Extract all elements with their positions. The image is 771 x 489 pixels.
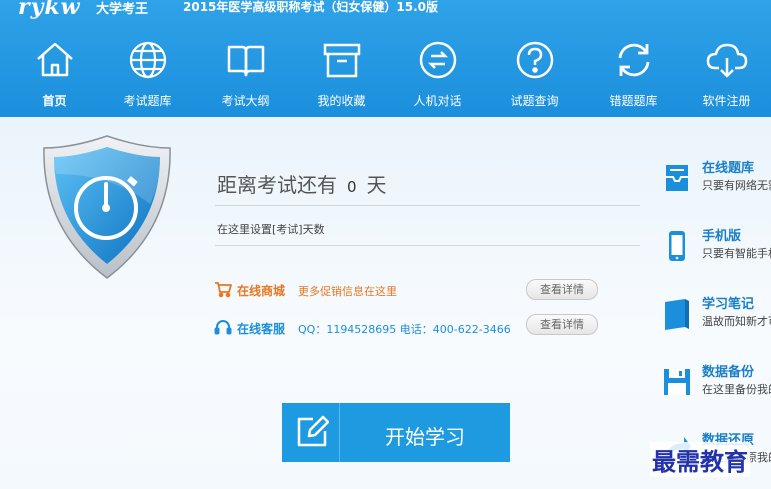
nav-syllabus-label: 考试大纲 — [221, 94, 270, 108]
side-study-notes-title: 学习笔记 — [702, 297, 755, 312]
refresh-icon — [618, 43, 649, 77]
online-service-label[interactable]: 在线客服 — [237, 320, 285, 337]
nav-home[interactable]: 首页 — [6, 38, 103, 117]
start-button-icon-area — [282, 403, 340, 462]
start-study-label: 开始学习 — [385, 427, 465, 449]
title-bar: rykw 大学考王 2015年医学高级职称考试（妇女保健）15.0版 — [0, 0, 771, 20]
app-header: rykw 大学考王 2015年医学高级职称考试（妇女保健）15.0版 首页 考试… — [0, 0, 771, 117]
online-service-desc: QQ：1194528695 电话：400-622-3466 — [298, 323, 511, 336]
nav-query[interactable]: 试题查询 — [486, 38, 583, 117]
set-exam-days-link[interactable]: 在这里设置[考试]天数 — [217, 221, 325, 237]
nav-query-label: 试题查询 — [510, 94, 559, 108]
headset-icon — [214, 320, 232, 335]
side-data-backup[interactable]: 数据备份 在这里备份我的 — [662, 361, 771, 409]
app-logo: rykw — [18, 0, 81, 20]
service-details-button[interactable]: 查看详情 — [526, 314, 598, 335]
side-data-backup-title: 数据备份 — [702, 365, 755, 380]
side-study-notes-desc: 温故而知新才可 — [702, 315, 771, 328]
mall-details-button[interactable]: 查看详情 — [526, 279, 598, 300]
nav-favorites[interactable]: 我的收藏 — [293, 38, 390, 117]
main-panel: 距离考试还有 0 天 在这里设置[考试]天数 在线商城 更多促销信息在这里 查看详情… — [0, 117, 771, 489]
countdown-prefix: 距离考试还有 — [217, 173, 337, 197]
tray-icon — [666, 165, 688, 191]
side-online-bank[interactable]: 在线题库 只要有网络无需 — [662, 157, 771, 205]
online-mall-label[interactable]: 在线商城 — [237, 282, 285, 299]
nav-register[interactable]: 软件注册 — [678, 38, 771, 117]
main-nav: 首页 考试题库 考试大纲 我的收藏 人机对话 试题查询 错题题库 软件注册 — [0, 38, 771, 117]
side-mobile-title: 手机版 — [702, 229, 742, 244]
nav-syllabus[interactable]: 考试大纲 — [197, 38, 294, 117]
cart-icon — [215, 282, 232, 298]
countdown-days: 0 — [347, 178, 357, 196]
home-icon — [36, 42, 73, 77]
app-logo-subtitle: 大学考王 — [96, 2, 149, 17]
globe-icon — [129, 41, 166, 79]
watermark-text: 最需教育 — [650, 442, 750, 477]
book-icon — [227, 45, 264, 77]
nav-wrong-questions-label: 错题题库 — [609, 94, 658, 108]
nav-favorites-label: 我的收藏 — [317, 94, 366, 108]
nav-question-bank-label: 考试题库 — [123, 94, 172, 108]
start-study-button[interactable]: 开始学习 — [282, 403, 510, 462]
exam-countdown: 距离考试还有 0 天 — [217, 169, 387, 198]
nav-register-label: 软件注册 — [702, 94, 751, 108]
side-mobile-desc: 只要有智能手机 — [702, 247, 771, 260]
side-online-bank-title: 在线题库 — [702, 161, 755, 176]
app-title: 2015年医学高级职称考试（妇女保健）15.0版 — [183, 0, 439, 14]
nav-home-label: 首页 — [42, 94, 67, 108]
side-data-backup-desc: 在这里备份我的 — [702, 383, 771, 396]
countdown-suffix: 天 — [366, 173, 387, 197]
shield-clock-icon — [43, 135, 171, 279]
box-icon — [323, 43, 360, 78]
phone-icon — [669, 231, 685, 261]
cloud-download-icon — [706, 43, 747, 78]
question-icon — [516, 41, 553, 79]
nav-wrong-questions[interactable]: 错题题库 — [585, 38, 682, 117]
notebook-icon — [665, 299, 689, 330]
floppy-disk-icon — [664, 369, 690, 395]
divider — [215, 245, 640, 246]
nav-question-bank[interactable]: 考试题库 — [99, 38, 196, 117]
nav-dialog-label: 人机对话 — [413, 94, 462, 108]
edit-icon — [297, 415, 329, 447]
side-online-bank-desc: 只要有网络无需 — [702, 179, 771, 192]
dialog-icon — [419, 41, 456, 79]
nav-dialog[interactable]: 人机对话 — [389, 38, 486, 117]
divider — [215, 205, 640, 206]
side-study-notes[interactable]: 学习笔记 温故而知新才可 — [662, 293, 771, 341]
side-mobile[interactable]: 手机版 只要有智能手机 — [662, 225, 771, 273]
online-mall-desc[interactable]: 更多促销信息在这里 — [298, 283, 397, 299]
